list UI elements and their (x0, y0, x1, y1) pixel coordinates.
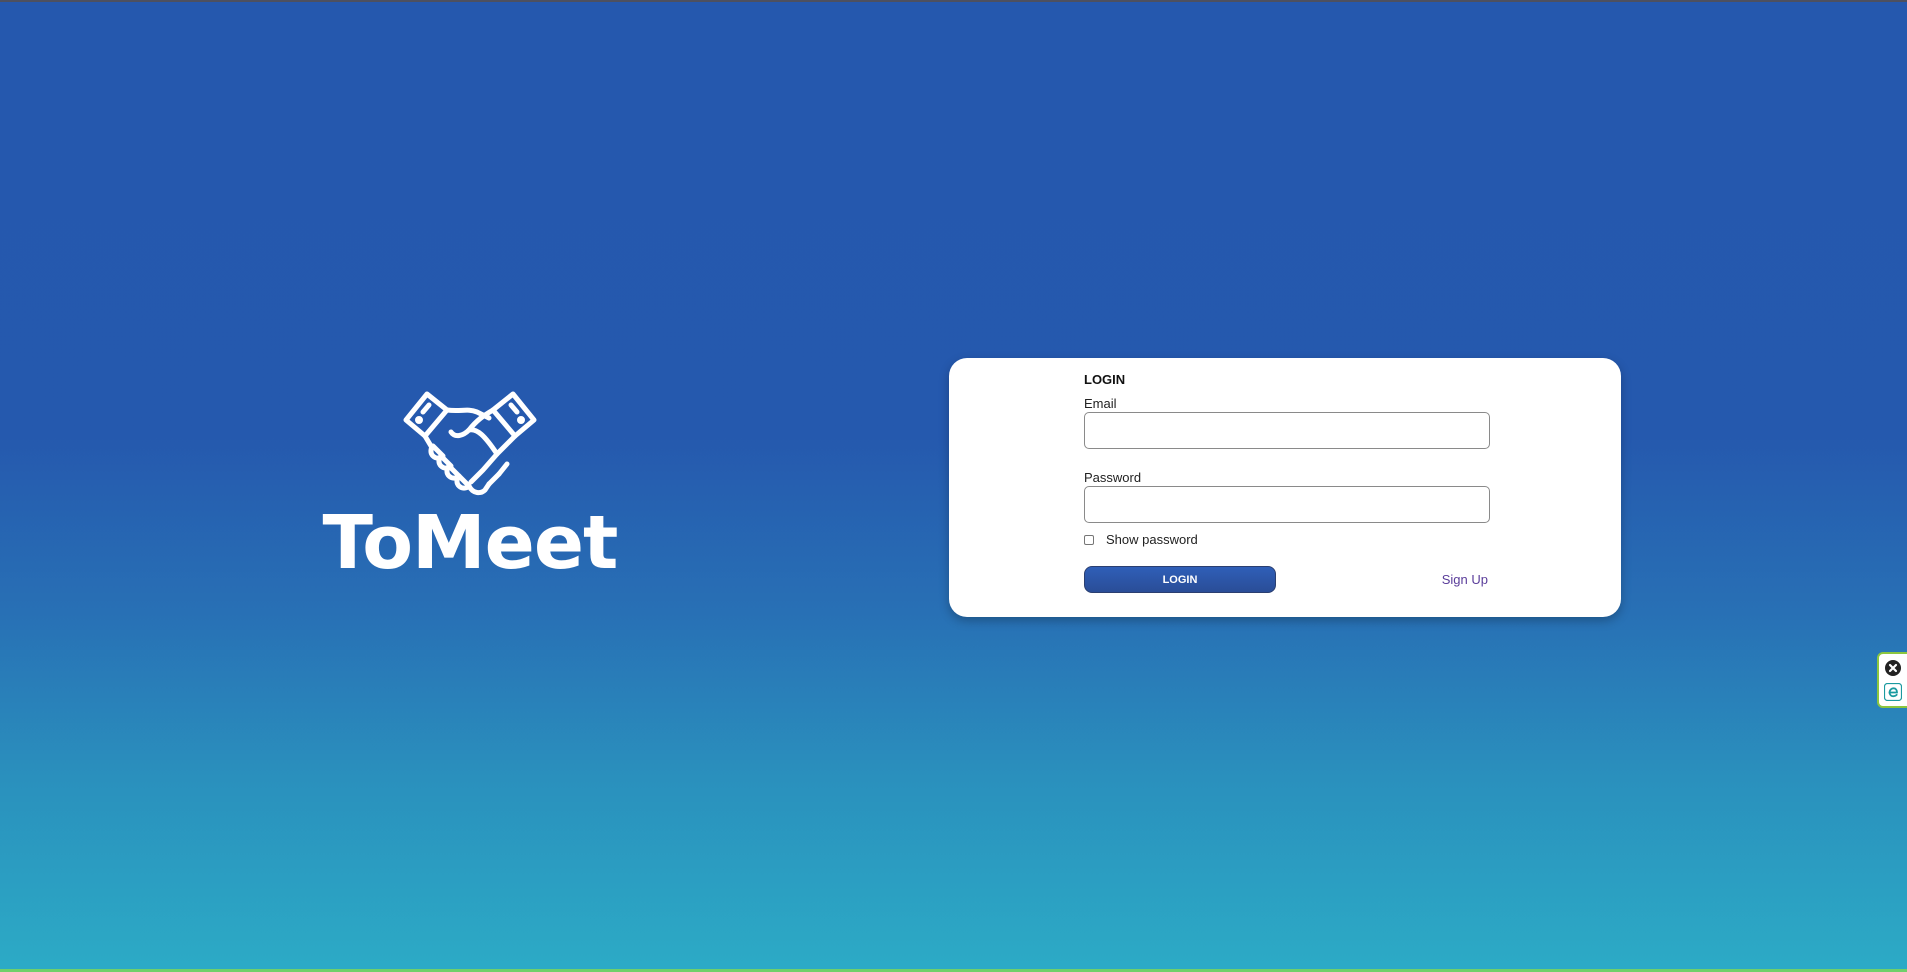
password-label: Password (1084, 470, 1142, 485)
show-password-label[interactable]: Show password (1106, 532, 1198, 547)
login-button[interactable]: LOGIN (1084, 566, 1276, 593)
form-title: LOGIN (1084, 372, 1126, 387)
brand-name: ToMeet (322, 500, 619, 586)
extension-widget (1877, 652, 1907, 708)
login-form: LOGIN Email Password Show password LOGIN… (1084, 372, 1490, 593)
show-password-checkbox[interactable] (1084, 534, 1094, 545)
password-field[interactable] (1084, 486, 1490, 523)
window-top-border (0, 0, 1907, 2)
login-card: LOGIN Email Password Show password LOGIN… (949, 358, 1621, 617)
email-label: Email (1084, 396, 1117, 411)
brand-block: ToMeet (300, 390, 640, 580)
eset-e-icon[interactable] (1884, 683, 1902, 701)
handshake-icon (403, 391, 537, 496)
email-field[interactable] (1084, 412, 1490, 449)
form-actions: LOGIN Sign Up (1084, 566, 1490, 593)
signup-link[interactable]: Sign Up (1442, 572, 1488, 587)
show-password-row: Show password (1084, 532, 1490, 547)
close-circle-icon[interactable] (1885, 660, 1901, 676)
